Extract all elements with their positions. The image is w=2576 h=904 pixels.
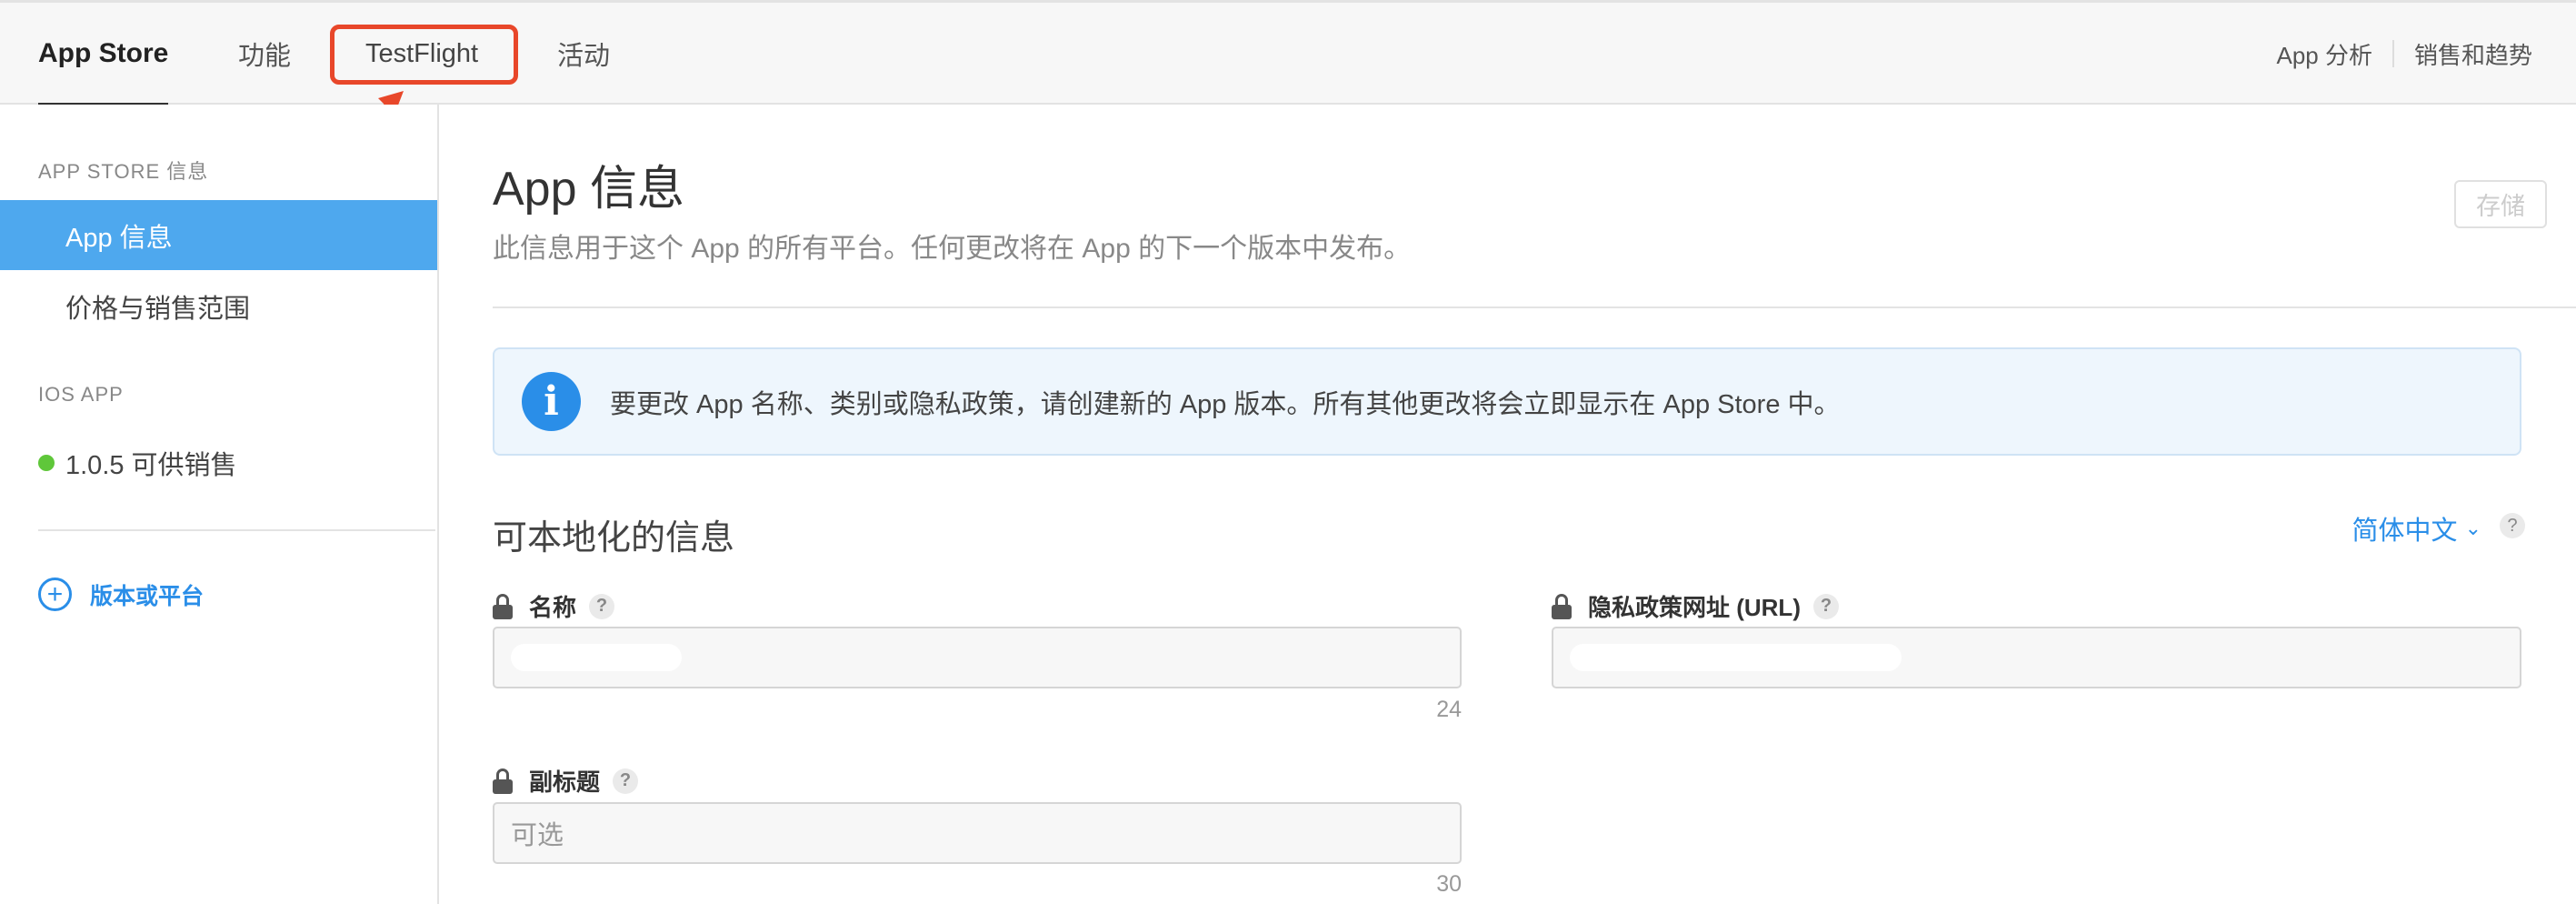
name-input[interactable]: [493, 627, 1462, 688]
link-sales-trends[interactable]: 销售和趋势: [2414, 37, 2532, 71]
language-select-label: 简体中文: [2351, 517, 2458, 546]
subtitle-placeholder: 可选: [511, 821, 564, 850]
tab-activity[interactable]: 活动: [557, 3, 610, 105]
link-app-analytics[interactable]: App 分析: [2276, 37, 2372, 71]
status-dot-icon: [38, 454, 55, 471]
sidebar-item-pricing[interactable]: 价格与销售范围: [0, 271, 437, 341]
tab-app-store[interactable]: App Store: [38, 3, 169, 105]
subtitle-char-counter: 30: [1436, 871, 1462, 897]
tab-app-store-label: App Store: [38, 38, 169, 68]
privacy-url-help-icon[interactable]: ?: [1812, 593, 1839, 619]
localizable-info-title: 可本地化的信息: [493, 519, 735, 557]
privacy-url-label-text: 隐私政策网址 (URL): [1588, 594, 1801, 621]
subtitle-help-icon[interactable]: ?: [613, 768, 639, 794]
subtitle-field-label: 副标题 ?: [493, 764, 639, 798]
page-title: App 信息: [493, 163, 684, 216]
language-help-icon[interactable]: ?: [2500, 513, 2525, 538]
redacted-value: [1570, 644, 1902, 671]
lock-icon: [493, 593, 513, 619]
sidebar-divider: [38, 529, 435, 531]
sidebar-item-app-info-label: App 信息: [65, 223, 173, 253]
name-help-icon[interactable]: ?: [589, 593, 615, 619]
lock-icon: [1552, 593, 1572, 619]
sidebar-item-version-label: 1.0.5 可供销售: [65, 450, 237, 480]
name-field-label: 名称 ?: [493, 589, 615, 623]
plus-circle-icon: +: [38, 578, 72, 611]
tab-features[interactable]: 功能: [238, 3, 291, 105]
sidebar: APP STORE 信息 App 信息 价格与销售范围 IOS APP 1.0.…: [0, 105, 439, 904]
info-icon: i: [522, 372, 581, 431]
name-label-text: 名称: [529, 594, 577, 621]
save-button[interactable]: 存储: [2454, 180, 2547, 228]
add-version-platform-label: 版本或平台: [90, 583, 205, 609]
subtitle-label-text: 副标题: [529, 768, 601, 796]
lock-icon: [493, 768, 513, 794]
privacy-url-field-label: 隐私政策网址 (URL) ?: [1552, 589, 1839, 623]
subtitle-input[interactable]: 可选: [493, 802, 1462, 864]
privacy-url-input[interactable]: [1552, 627, 2521, 688]
redacted-value: [511, 644, 682, 671]
content-divider: [493, 306, 2576, 308]
page-subtitle: 此信息用于这个 App 的所有平台。任何更改将在 App 的下一个版本中发布。: [493, 234, 1412, 264]
right-links: App 分析 销售和趋势: [2276, 3, 2532, 105]
sidebar-item-app-info[interactable]: App 信息: [0, 200, 437, 270]
sidebar-item-version[interactable]: 1.0.5 可供销售: [0, 427, 437, 497]
info-banner-text: 要更改 App 名称、类别或隐私政策，请创建新的 App 版本。所有其他更改将会…: [610, 389, 1841, 419]
sidebar-section-app-store-info: APP STORE 信息: [38, 160, 209, 183]
add-version-platform-button[interactable]: + 版本或平台: [38, 578, 204, 611]
name-char-counter: 24: [1436, 697, 1462, 722]
link-separator: [2391, 40, 2394, 67]
testflight-highlight-box: [330, 25, 518, 85]
chevron-down-icon: ⌄: [2464, 517, 2481, 539]
language-select[interactable]: 简体中文 ⌄: [2352, 509, 2481, 547]
sidebar-section-ios-app: IOS APP: [38, 383, 124, 406]
sidebar-item-pricing-label: 价格与销售范围: [65, 294, 251, 324]
info-banner: i 要更改 App 名称、类别或隐私政策，请创建新的 App 版本。所有其他更改…: [493, 347, 2521, 456]
tab-activity-label: 活动: [557, 42, 611, 71]
tab-features-label: 功能: [238, 42, 292, 71]
